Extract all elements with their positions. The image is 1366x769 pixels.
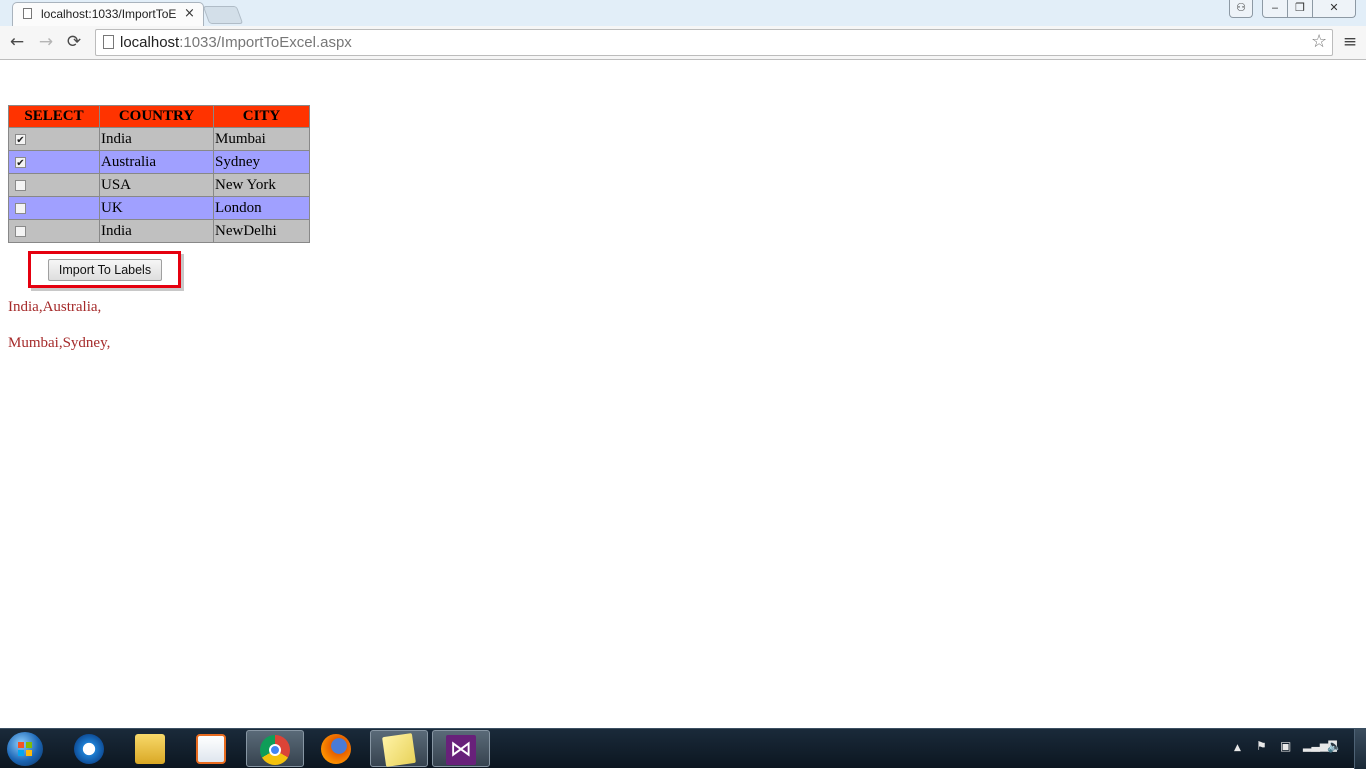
row-checkbox[interactable]: ✔ xyxy=(15,133,26,146)
grid-header-row: SELECT COUNTRY CITY xyxy=(8,105,310,128)
sticky-notes-icon xyxy=(382,733,416,767)
country-cell: India xyxy=(99,219,214,243)
row-checkbox[interactable] xyxy=(15,202,26,214)
country-grid: SELECT COUNTRY CITY ✔ India Mumbai ✔ Aus… xyxy=(8,105,310,243)
select-cell: ✔ xyxy=(8,127,100,151)
city-cell: NewDelhi xyxy=(213,219,310,243)
media-player-icon xyxy=(196,734,226,764)
new-tab-button[interactable] xyxy=(202,6,244,24)
table-row: USA New York xyxy=(8,173,310,197)
import-to-labels-button[interactable]: Import To Labels xyxy=(48,259,162,281)
city-cell: London xyxy=(213,196,310,220)
page-icon xyxy=(23,8,32,19)
windows-logo-icon xyxy=(18,742,32,756)
tab-title: localhost:1033/ImportToE xyxy=(41,7,177,21)
select-cell xyxy=(8,219,100,243)
import-button-highlight: Import To Labels xyxy=(28,251,181,288)
browser-tab[interactable]: localhost:1033/ImportToE × xyxy=(12,2,204,26)
taskbar-sticky-notes[interactable] xyxy=(370,730,428,767)
table-row: UK London xyxy=(8,196,310,220)
tab-strip: localhost:1033/ImportToE × ⚇ ‒ ❐ ✕ xyxy=(0,0,1366,26)
url-host: localhost xyxy=(120,34,180,51)
city-header: CITY xyxy=(213,105,310,128)
select-header: SELECT xyxy=(8,105,100,128)
close-window-button[interactable]: ✕ xyxy=(1312,0,1356,18)
action-center-flag-icon[interactable]: ⚑ xyxy=(1256,739,1267,753)
forward-button[interactable]: → xyxy=(35,31,57,53)
taskbar-explorer[interactable] xyxy=(122,730,180,767)
row-checkbox[interactable] xyxy=(15,225,26,237)
visual-studio-icon xyxy=(446,735,476,765)
row-checkbox[interactable]: ✔ xyxy=(15,156,26,169)
selected-cities-label: Mumbai,Sydney, xyxy=(8,335,111,351)
tray-expand-icon[interactable]: ▲ xyxy=(1234,743,1241,753)
device-icon[interactable]: ▣ xyxy=(1280,739,1291,753)
back-button[interactable]: ← xyxy=(6,31,28,53)
taskbar-chrome[interactable] xyxy=(246,730,304,767)
select-cell xyxy=(8,196,100,220)
firefox-icon xyxy=(321,734,351,764)
country-cell: UK xyxy=(99,196,214,220)
city-cell: Sydney xyxy=(213,150,310,174)
country-cell: Australia xyxy=(99,150,214,174)
user-profile-button[interactable]: ⚇ xyxy=(1229,0,1253,18)
select-cell: ✔ xyxy=(8,150,100,174)
minimize-button[interactable]: ‒ xyxy=(1262,0,1288,18)
select-cell xyxy=(8,173,100,197)
address-bar[interactable]: localhost:1033/ImportToExcel.aspx ☆ xyxy=(95,29,1333,56)
city-cell: New York xyxy=(213,173,310,197)
taskbar-media-player[interactable] xyxy=(183,730,241,767)
selected-countries-label: India,Australia, xyxy=(8,299,102,315)
country-cell: USA xyxy=(99,173,214,197)
reload-button[interactable]: ⟳ xyxy=(63,31,85,53)
taskbar-firefox[interactable] xyxy=(308,730,366,767)
start-button[interactable] xyxy=(7,732,43,766)
bookmark-star-icon[interactable]: ☆ xyxy=(1311,31,1327,52)
country-cell: India xyxy=(99,127,214,151)
url-text[interactable]: localhost:1033/ImportToExcel.aspx xyxy=(120,34,352,51)
volume-icon[interactable]: 🔈 xyxy=(1327,739,1342,753)
taskbar-ie[interactable] xyxy=(61,730,119,767)
maximize-button[interactable]: ❐ xyxy=(1287,0,1313,18)
page-content: SELECT COUNTRY CITY ✔ India Mumbai ✔ Aus… xyxy=(0,60,1366,728)
country-header: COUNTRY xyxy=(99,105,214,128)
browser-menu-button[interactable]: ≡ xyxy=(1340,31,1360,53)
table-row: ✔ Australia Sydney xyxy=(8,150,310,174)
taskbar: ▲ ⚑ ▣ ▂▃▅▇ 🔈 xyxy=(0,728,1366,769)
table-row: India NewDelhi xyxy=(8,219,310,243)
taskbar-visual-studio[interactable] xyxy=(432,730,490,767)
show-desktop-button[interactable] xyxy=(1354,729,1366,769)
tab-close-icon[interactable]: × xyxy=(184,6,195,21)
chrome-icon xyxy=(260,735,290,765)
row-checkbox[interactable] xyxy=(15,179,26,191)
explorer-icon xyxy=(135,734,165,764)
url-path: :1033/ImportToExcel.aspx xyxy=(179,34,352,51)
ie-icon xyxy=(74,734,104,764)
city-cell: Mumbai xyxy=(213,127,310,151)
table-row: ✔ India Mumbai xyxy=(8,127,310,151)
page-icon xyxy=(103,35,114,49)
browser-toolbar: ← → ⟳ localhost:1033/ImportToExcel.aspx … xyxy=(0,26,1366,60)
